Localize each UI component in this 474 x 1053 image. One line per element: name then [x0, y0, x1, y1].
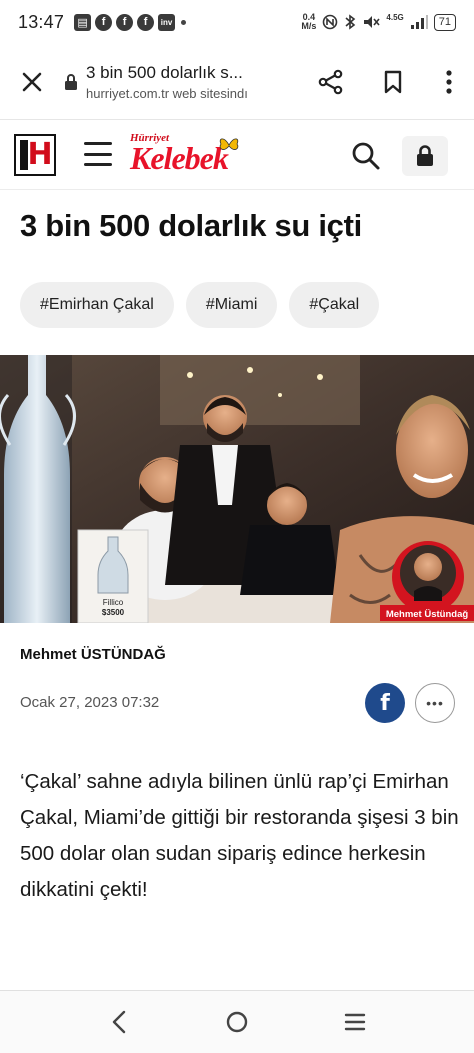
- nfc-icon: [323, 14, 338, 30]
- net-speed: 0.4 M/s: [301, 13, 316, 31]
- login-button[interactable]: [402, 136, 448, 176]
- mute-icon: [364, 16, 381, 28]
- hurriyet-logo[interactable]: H: [14, 134, 56, 176]
- notification-icons: ▤ f f f inv: [74, 13, 187, 31]
- page-url: hurriyet.com.tr web sitesindı: [86, 85, 248, 101]
- kelebek-logo[interactable]: Hürriyet Kelebek: [130, 132, 272, 178]
- facebook-share-button[interactable]: f: [365, 683, 405, 723]
- facebook-icon: f: [95, 13, 113, 31]
- menu-button[interactable]: [84, 142, 112, 166]
- browser-toolbar: 3 bin 500 dolarlık s... hurriyet.com.tr …: [0, 44, 474, 120]
- bottle-label-brand: Fillico: [103, 598, 124, 607]
- home-icon: [226, 1011, 248, 1033]
- share-button[interactable]: [300, 44, 362, 120]
- home-button[interactable]: [207, 992, 267, 1052]
- network-type: 4.5G: [386, 12, 404, 22]
- more-notifications-icon: [181, 19, 187, 25]
- recents-button[interactable]: [325, 992, 385, 1052]
- facebook-icon: f: [380, 690, 390, 716]
- back-button[interactable]: [89, 992, 149, 1052]
- tag-list: #Emirhan Çakal #Miami #Çakal: [20, 282, 380, 328]
- more-vert-icon: [446, 69, 452, 94]
- back-icon: [112, 1010, 126, 1034]
- close-icon: [22, 72, 42, 91]
- bluetooth-icon: [345, 14, 356, 30]
- status-time: 13:47: [18, 11, 65, 32]
- close-tab-button[interactable]: [0, 44, 64, 120]
- gallery-icon: ▤: [74, 13, 92, 31]
- bookmark-icon: [384, 70, 402, 93]
- system-icons: 0.4 M/s 4.5G 71: [301, 13, 456, 31]
- battery-indicator: 71: [433, 13, 456, 31]
- share-icon: [318, 69, 343, 94]
- article-date: Ocak 27, 2023 07:32: [20, 694, 160, 711]
- article-image[interactable]: Fillico $3500 Mehmet Üstündağ: [0, 355, 474, 623]
- site-header: H Hürriyet Kelebek: [0, 120, 474, 190]
- status-bar: 13:47 ▤ f f f inv 0.4 M/s 4.5G 71: [0, 0, 474, 44]
- search-button[interactable]: [350, 140, 382, 172]
- page-title: 3 bin 500 dolarlık s...: [86, 62, 243, 82]
- search-icon: [352, 142, 380, 170]
- more-horiz-icon: •••: [426, 695, 444, 711]
- recents-icon: [344, 1013, 366, 1031]
- lock-icon: [417, 145, 433, 166]
- lock-icon: [65, 73, 77, 90]
- hurriyet-logo-letter: H: [27, 137, 53, 172]
- tag-cakal[interactable]: #Çakal: [289, 282, 380, 328]
- url-display[interactable]: 3 bin 500 dolarlık s... hurriyet.com.tr …: [64, 63, 288, 101]
- system-navigation-bar: [0, 990, 474, 1053]
- net-speed-unit: M/s: [301, 21, 317, 31]
- butterfly-icon: [219, 138, 239, 150]
- signal-icon: [410, 15, 428, 29]
- article-body: ‘Çakal’ sahne adıyla bilinen ünlü rap’çi…: [20, 770, 459, 901]
- more-share-button[interactable]: •••: [415, 683, 455, 723]
- brand-main: Kelebek: [130, 140, 229, 176]
- facebook-icon: f: [116, 13, 134, 31]
- facebook-icon: f: [137, 13, 155, 31]
- more-options-button[interactable]: [424, 44, 474, 120]
- inv-icon: inv: [158, 13, 176, 31]
- image-caption-name: Mehmet Üstündağ: [386, 609, 469, 620]
- article-author[interactable]: Mehmet ÜSTÜNDAĞ: [20, 646, 166, 663]
- article-photo: Fillico $3500 Mehmet Üstündağ: [0, 355, 474, 623]
- bookmark-button[interactable]: [362, 44, 424, 120]
- article-headline: 3 bin 500 dolarlık su içti: [20, 208, 362, 243]
- bottle-label-price: $3500: [102, 608, 125, 617]
- tag-miami[interactable]: #Miami: [185, 282, 278, 328]
- tag-emirhan-cakal[interactable]: #Emirhan Çakal: [20, 282, 174, 328]
